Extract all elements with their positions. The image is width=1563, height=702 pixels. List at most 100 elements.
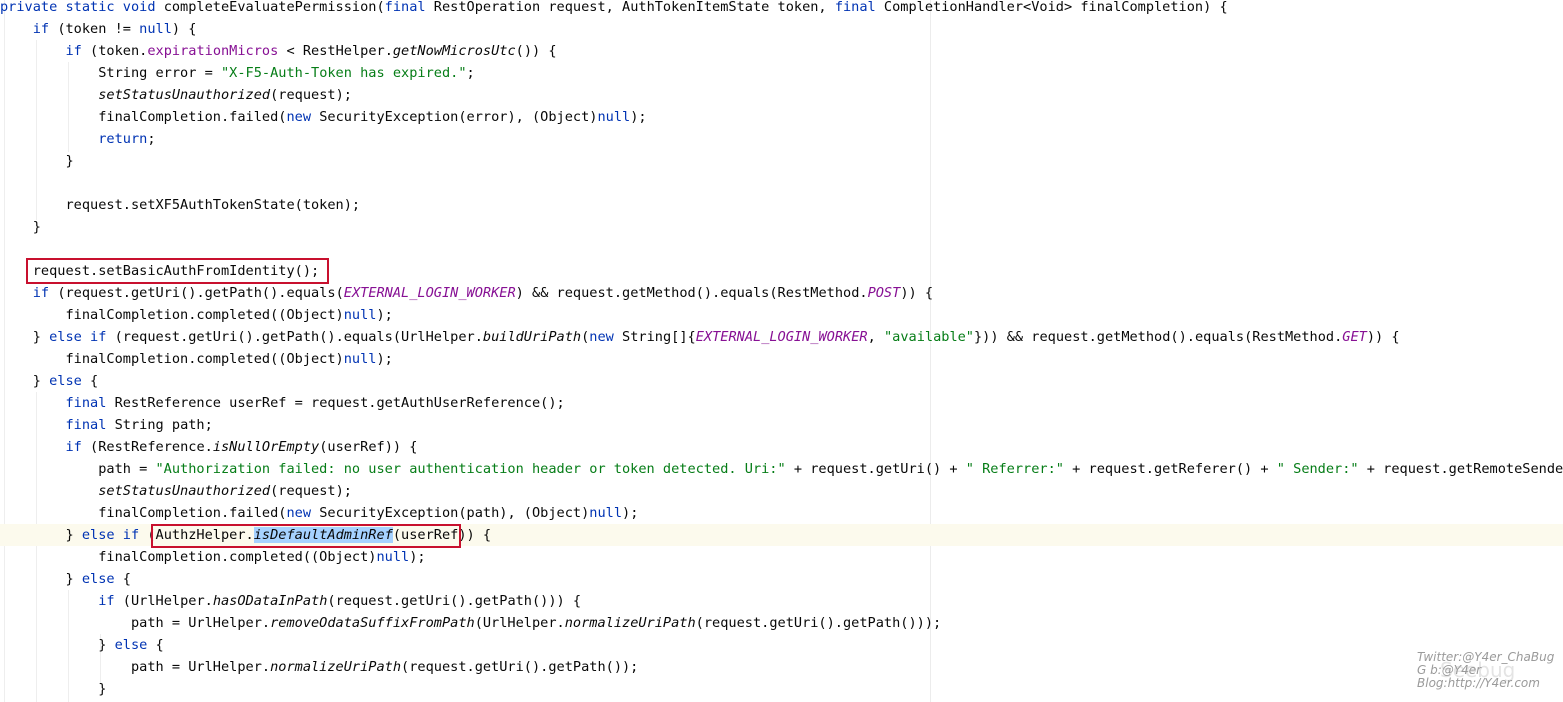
code-line[interactable]: } else { <box>0 370 1563 392</box>
code-token: ; <box>466 65 475 81</box>
code-line[interactable]: finalCompletion.completed((Object)null); <box>0 546 1563 568</box>
code-token: } <box>0 681 107 697</box>
keyword-token: new <box>589 329 623 345</box>
code-token: ); <box>630 109 647 125</box>
code-line[interactable] <box>0 172 1563 194</box>
code-token: ); <box>409 549 426 565</box>
code-token: (UrlHelper. <box>474 615 565 631</box>
code-token: (request); <box>270 87 352 103</box>
keyword-token: null <box>376 549 410 565</box>
code-token: expirationMicros <box>147 43 279 59</box>
code-line[interactable]: } else if (AuthzHelper.isDefaultAdminRef… <box>0 524 1563 546</box>
code-line[interactable]: return; <box>0 128 1563 150</box>
code-token: } <box>0 373 50 389</box>
keyword-token: else <box>81 571 123 587</box>
code-token: String[]{ <box>622 329 696 345</box>
code-token: } <box>0 329 50 345</box>
keyword-token: if <box>98 593 123 609</box>
keyword-token: final <box>65 395 115 411</box>
code-token: isNullOrEmpty <box>212 439 320 455</box>
code-line[interactable]: request.setXF5AuthTokenState(token); <box>0 194 1563 216</box>
code-token: EXTERNAL_LOGIN_WORKER <box>343 285 516 301</box>
code-line[interactable]: if (UrlHelper.hasODataInPath(request.get… <box>0 590 1563 612</box>
code-token: ) && request.getMethod().equals(RestMeth… <box>515 285 868 301</box>
code-token: setStatusUnauthorized <box>98 483 271 499</box>
keyword-token: final <box>834 0 884 15</box>
code-token: buildUriPath <box>482 329 582 345</box>
code-line[interactable]: } <box>0 216 1563 238</box>
code-line[interactable]: final String path; <box>0 414 1563 436</box>
keyword-token: return <box>98 131 148 147</box>
code-token: ); <box>376 351 393 367</box>
code-token: ()) { <box>515 43 557 59</box>
code-token: path = <box>0 461 156 477</box>
code-token: ( <box>376 0 385 15</box>
watermark: Twitter:@Y4er_ChaBug G b:@Y4er Blog:http… <box>1417 651 1563 690</box>
code-token: { <box>155 637 164 653</box>
code-token: })) && request.getMethod().equals(RestMe… <box>974 329 1343 345</box>
code-token: + request.getRemoteSender(); <box>1366 461 1563 477</box>
keyword-token: if <box>32 21 58 37</box>
code-line[interactable]: if (request.getUri().getPath().equals(EX… <box>0 282 1563 304</box>
code-line[interactable]: if (token.expirationMicros < RestHelper.… <box>0 40 1563 62</box>
code-token: getNowMicrosUtc <box>392 43 516 59</box>
keyword-token: if <box>32 285 58 301</box>
string-literal: " Sender:" <box>1276 461 1359 477</box>
code-line[interactable]: } else { <box>0 634 1563 656</box>
code-token: RestReference userRef = request.getAuthU… <box>114 395 565 411</box>
code-token: (request); <box>270 483 352 499</box>
string-literal: "Authorization failed: no user authentic… <box>155 461 786 477</box>
code-line[interactable]: path = UrlHelper.normalizeUriPath(reques… <box>0 656 1563 678</box>
code-token: normalizeUriPath <box>270 659 402 675</box>
code-token: (UrlHelper. <box>122 593 213 609</box>
code-line[interactable]: } <box>0 678 1563 700</box>
code-line[interactable]: finalCompletion.failed(new SecurityExcep… <box>0 502 1563 524</box>
code-line[interactable]: setStatusUnauthorized(request); <box>0 480 1563 502</box>
code-token: , <box>867 329 884 345</box>
code-line[interactable]: path = "Authorization failed: no user au… <box>0 458 1563 480</box>
code-line[interactable]: } else { <box>0 568 1563 590</box>
keyword-token: null <box>597 109 631 125</box>
code-line[interactable]: setStatusUnauthorized(request); <box>0 84 1563 106</box>
code-token: { <box>90 373 99 389</box>
keyword-token: if <box>65 43 91 59</box>
code-line[interactable]: if (RestReference.isNullOrEmpty(userRef)… <box>0 436 1563 458</box>
code-line[interactable]: String error = "X-F5-Auth-Token has expi… <box>0 62 1563 84</box>
keyword-token: final <box>65 417 115 433</box>
code-line[interactable]: if (token != null) { <box>0 18 1563 40</box>
code-line[interactable]: } <box>0 150 1563 172</box>
code-token: )) { <box>900 285 934 301</box>
code-token: (token. <box>90 43 148 59</box>
code-token: } <box>0 527 82 543</box>
code-line[interactable]: finalCompletion.completed((Object)null); <box>0 304 1563 326</box>
code-token: (token != <box>57 21 140 37</box>
code-line[interactable]: request.setBasicAuthFromIdentity(); <box>0 260 1563 282</box>
code-line[interactable]: finalCompletion.completed((Object)null); <box>0 348 1563 370</box>
code-line[interactable]: final RestReference userRef = request.ge… <box>0 392 1563 414</box>
keyword-token: else <box>114 637 156 653</box>
code-token: RestOperation request, AuthTokenItemStat… <box>433 0 835 15</box>
code-line[interactable] <box>0 238 1563 260</box>
keyword-token: final <box>384 0 434 15</box>
code-token: { <box>122 571 131 587</box>
code-token: } <box>0 153 74 169</box>
code-line[interactable]: finalCompletion.failed(new SecurityExcep… <box>0 106 1563 128</box>
code-token: (RestReference. <box>90 439 213 455</box>
code-editor[interactable]: private static void completeEvaluatePerm… <box>0 0 1563 702</box>
code-token: ); <box>622 505 639 521</box>
code-line[interactable]: } else if (request.getUri().getPath().eq… <box>0 326 1563 348</box>
code-line[interactable]: path = UrlHelper.removeOdataSuffixFromPa… <box>0 612 1563 634</box>
code-token: hasODataInPath <box>212 593 328 609</box>
code-token: request.setXF5AuthTokenState(token); <box>0 197 361 213</box>
code-token: (userRef)) { <box>392 527 492 543</box>
code-token: + request.getReferer() + <box>1063 461 1277 477</box>
keyword-token: if <box>65 439 91 455</box>
code-line[interactable]: private static void completeEvaluatePerm… <box>0 0 1563 18</box>
code-token: } <box>0 571 82 587</box>
code-token: CompletionHandler<Void> finalCompletion)… <box>883 0 1228 15</box>
